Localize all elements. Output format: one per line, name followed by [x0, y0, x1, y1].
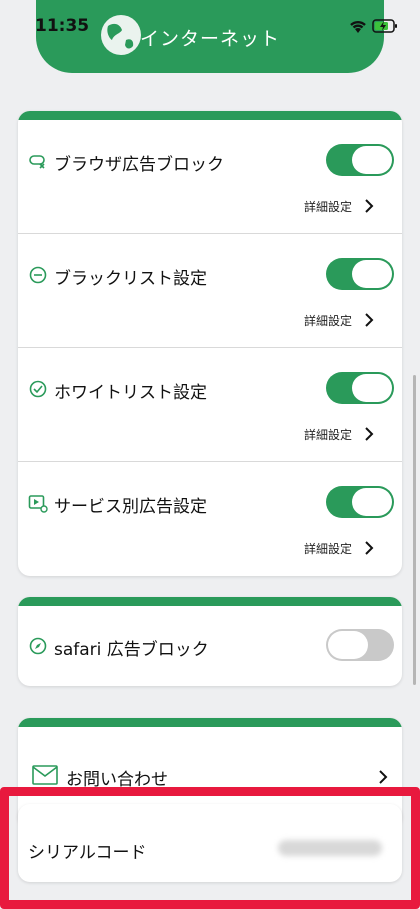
app-header: インターネット — [36, 0, 384, 73]
service-ads-toggle[interactable] — [326, 486, 394, 518]
whitelist-toggle[interactable] — [326, 372, 394, 404]
row-label: safari 広告ブロック — [54, 640, 209, 660]
setting-row-whitelist: ホワイトリスト設定 詳細設定 — [18, 348, 402, 462]
row-label: ブラックリスト設定 — [54, 269, 207, 289]
chevron-right-icon[interactable] — [364, 540, 374, 556]
chevron-right-icon[interactable] — [364, 426, 374, 442]
minus-circle-icon — [29, 266, 47, 284]
row-label: サービス別広告設定 — [54, 497, 207, 517]
settings-card: ブラウザ広告ブロック 詳細設定 ブラックリスト設定 詳細設定 ホワイトリスト設定… — [18, 111, 402, 576]
mail-icon — [32, 765, 58, 785]
detail-settings-link[interactable]: 詳細設定 — [304, 426, 352, 443]
chevron-right-icon[interactable] — [364, 198, 374, 214]
detail-settings-link[interactable]: 詳細設定 — [304, 312, 352, 329]
setting-row-blacklist: ブラックリスト設定 詳細設定 — [18, 234, 402, 348]
chevron-right-icon[interactable] — [364, 312, 374, 328]
blacklist-toggle[interactable] — [326, 258, 394, 290]
safari-adblock-toggle[interactable] — [326, 629, 394, 661]
browser-adblock-toggle[interactable] — [326, 144, 394, 176]
row-label: ホワイトリスト設定 — [54, 383, 207, 403]
setting-row-browser-adblock: ブラウザ広告ブロック 詳細設定 — [18, 120, 402, 234]
video-settings-icon — [28, 495, 48, 513]
setting-row-safari-adblock: safari 広告ブロック — [18, 606, 402, 686]
highlight-box — [0, 787, 420, 909]
row-label: ブラウザ広告ブロック — [54, 155, 224, 175]
detail-settings-link[interactable]: 詳細設定 — [304, 198, 352, 215]
wifi-icon — [350, 20, 366, 33]
chevron-right-icon[interactable] — [378, 769, 388, 785]
compass-icon — [29, 637, 47, 655]
battery-icon — [372, 19, 397, 33]
ad-block-icon — [29, 155, 45, 169]
detail-settings-link[interactable]: 詳細設定 — [304, 540, 352, 557]
check-circle-icon — [29, 380, 47, 398]
scrollbar[interactable] — [413, 375, 416, 685]
status-time: 11:35 — [35, 16, 90, 36]
safari-card: safari 広告ブロック — [18, 597, 402, 686]
setting-row-service-ads: サービス別広告設定 詳細設定 — [18, 462, 402, 576]
